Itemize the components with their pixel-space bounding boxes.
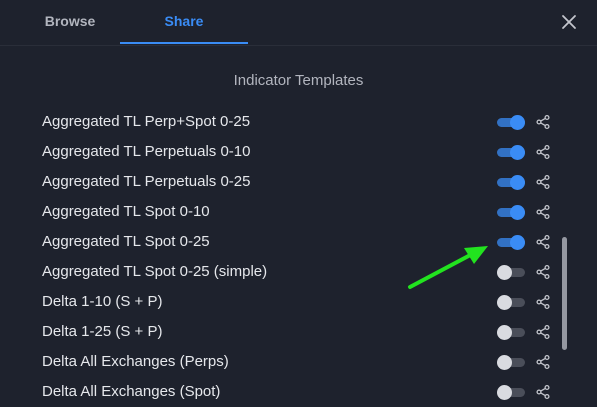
toggle-knob — [510, 205, 525, 220]
visibility-toggle[interactable] — [497, 325, 525, 340]
share-icon[interactable] — [535, 324, 551, 340]
visibility-toggle[interactable] — [497, 385, 525, 400]
share-icon[interactable] — [535, 264, 551, 280]
share-icon[interactable] — [535, 144, 551, 160]
list-item: Aggregated TL Spot 0-10 — [0, 197, 597, 227]
tab-share[interactable]: Share — [120, 0, 248, 44]
list-item: Aggregated TL Perp+Spot 0-25 — [0, 107, 597, 137]
toggle-knob — [510, 175, 525, 190]
template-name: Aggregated TL Spot 0-25 (simple) — [42, 263, 268, 280]
template-name: Aggregated TL Perp+Spot 0-25 — [42, 113, 251, 130]
share-icon[interactable] — [535, 234, 551, 250]
tab-browse[interactable]: Browse — [20, 0, 120, 44]
share-icon[interactable] — [535, 174, 551, 190]
toggle-knob — [510, 145, 525, 160]
dialog-header: Browse Share — [0, 0, 597, 46]
annotation-arrow — [408, 246, 488, 289]
visibility-toggle[interactable] — [497, 355, 525, 370]
share-icon[interactable] — [535, 294, 551, 310]
share-icon[interactable] — [535, 114, 551, 130]
toggle-knob — [510, 235, 525, 250]
close-icon[interactable] — [559, 12, 579, 32]
visibility-toggle[interactable] — [497, 205, 525, 220]
template-name: Delta 1-25 (S + P) — [42, 323, 163, 340]
share-icon[interactable] — [535, 204, 551, 220]
share-icon[interactable] — [535, 384, 551, 400]
share-icon[interactable] — [535, 354, 551, 370]
visibility-toggle[interactable] — [497, 175, 525, 190]
template-name: Delta 1-10 (S + P) — [42, 293, 163, 310]
section-title: Indicator Templates — [233, 72, 364, 89]
template-name: Aggregated TL Perpetuals 0-10 — [42, 143, 251, 160]
template-name: Delta All Exchanges (Perps) — [42, 353, 229, 370]
visibility-toggle[interactable] — [497, 145, 525, 160]
list-item: Delta 1-25 (S + P) — [0, 317, 597, 347]
template-name: Aggregated TL Perpetuals 0-25 — [42, 173, 251, 190]
template-name: Aggregated TL Spot 0-10 — [42, 203, 210, 220]
visibility-toggle[interactable] — [497, 115, 525, 130]
template-name: Aggregated TL Spot 0-25 — [42, 233, 210, 250]
toggle-knob — [497, 355, 512, 370]
tab-share-label: Share — [164, 13, 204, 29]
active-tab-indicator — [120, 42, 248, 44]
list-item: Aggregated TL Perpetuals 0-25 — [0, 167, 597, 197]
template-name: Delta All Exchanges (Spot) — [42, 383, 221, 400]
scrollbar[interactable] — [562, 237, 567, 350]
list-item: Delta All Exchanges (Spot) — [0, 377, 597, 407]
list-item: Aggregated TL Perpetuals 0-10 — [0, 137, 597, 167]
toggle-knob — [510, 115, 525, 130]
toggle-knob — [497, 325, 512, 340]
list-item: Delta All Exchanges (Perps) — [0, 347, 597, 377]
toggle-knob — [497, 385, 512, 400]
